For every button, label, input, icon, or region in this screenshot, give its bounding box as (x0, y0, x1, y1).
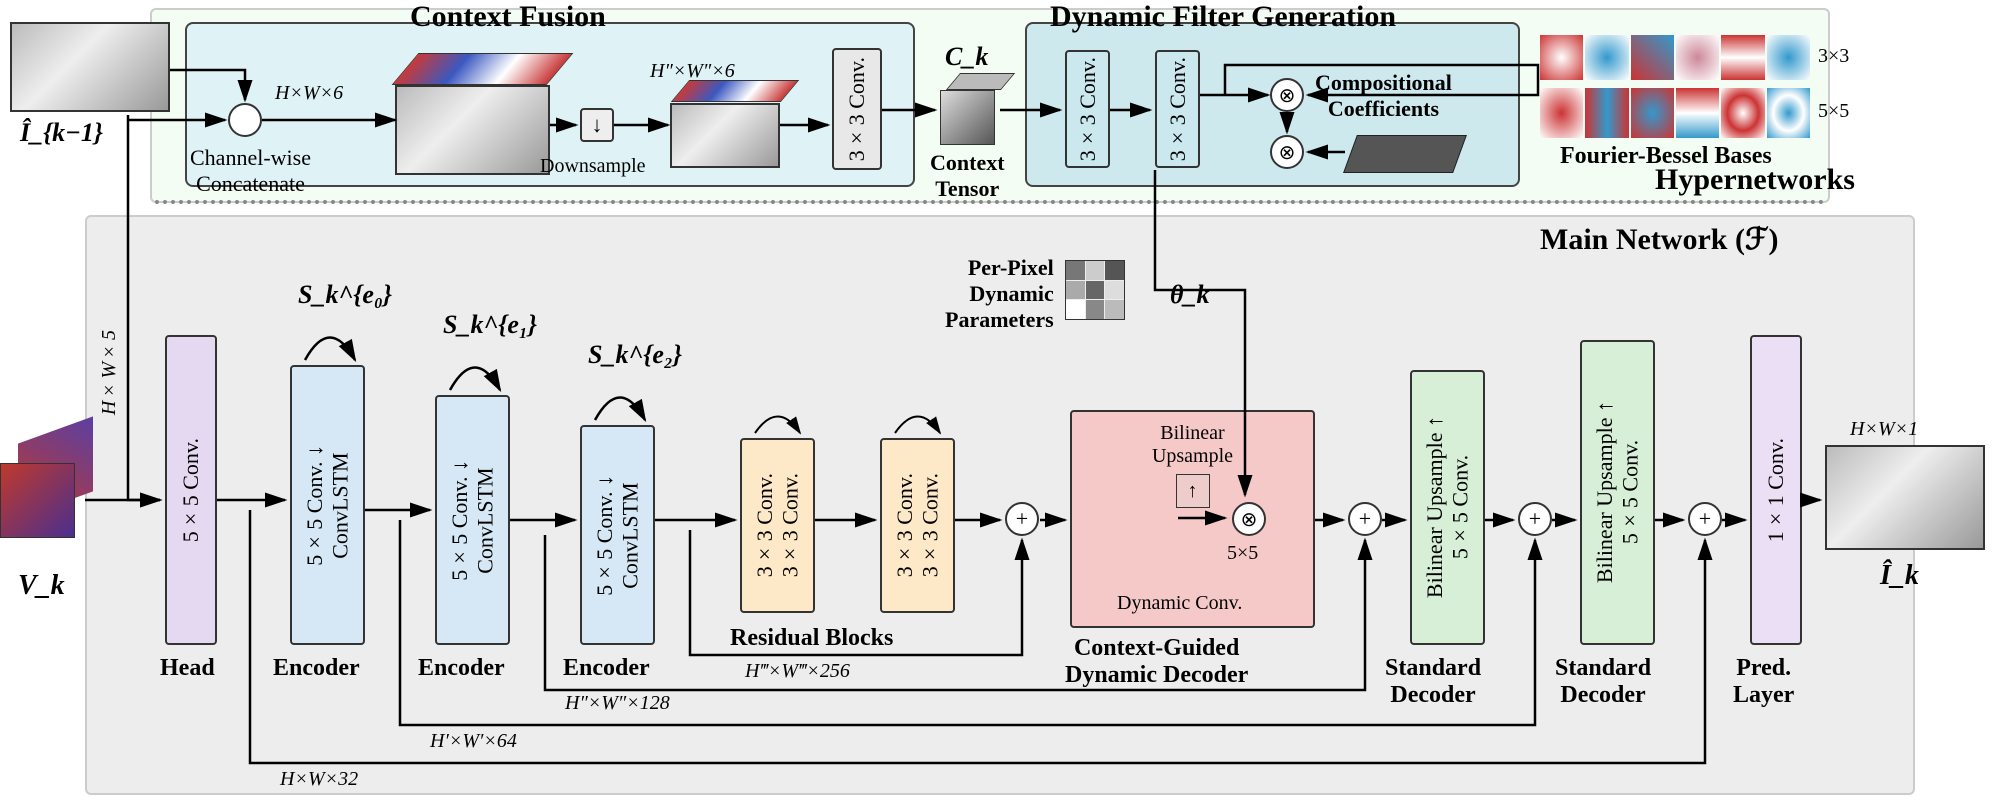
add-after-dec2: + (1688, 502, 1722, 536)
pred-text: 1×1 Conv. (1763, 438, 1788, 542)
context-tensor-lbl: Context Tensor (930, 150, 1005, 202)
encoder-3: 5×5 Conv. ↓ ConvLSTM (580, 425, 655, 645)
input-image-prev (10, 22, 170, 112)
skip256: H‴×W‴×256 (745, 660, 850, 683)
add-after-dec1: + (1518, 502, 1552, 536)
standard-decoder-2-text: Bilinear Upsample ↑ 5×5 Conv. (1592, 401, 1643, 583)
i-out-label: Î_k (1880, 560, 1919, 592)
s1-label: S_k^{e₁} (443, 310, 537, 340)
dyn-up-icon: ↑ (1176, 474, 1210, 508)
context-tensor-cube (940, 90, 995, 145)
encoder-1-text: 5×5 Conv. ↓ ConvLSTM (302, 445, 353, 566)
dfg-conv1-text: 3×3 Conv. (1075, 57, 1100, 161)
dyn-up-label: Bilinear Upsample (1152, 422, 1233, 468)
dfg-conv2-text: 3×3 Conv. (1165, 57, 1190, 161)
encoder-2-label: Encoder (418, 655, 505, 682)
encoder-1: 5×5 Conv. ↓ ConvLSTM (290, 365, 365, 645)
head-block: 5×5 Conv. (165, 335, 217, 645)
residual-1: 3×3 Conv. 3×3 Conv. (740, 438, 815, 613)
pred-label: Pred. Layer (1733, 655, 1794, 709)
cf-conv33: 3×3 Conv. (832, 48, 882, 170)
cf-conv33-text: 3×3 Conv. (844, 57, 869, 161)
encoder-1-label: Encoder (273, 655, 360, 682)
context-fusion-title: Context Fusion (410, 0, 606, 34)
standard-decoder-2: Bilinear Upsample ↑ 5×5 Conv. (1580, 340, 1655, 645)
dfg-conv1: 3×3 Conv. (1065, 50, 1110, 168)
dynamic-decoder: Bilinear Upsample ↑ ⊗ 5×5 Dynamic Conv. (1070, 410, 1315, 628)
dfg-conv2: 3×3 Conv. (1155, 50, 1200, 168)
dynamic-filter-generation-title: Dynamic Filter Generation (1050, 0, 1396, 34)
vk-voxel (0, 445, 110, 555)
residual-2: 3×3 Conv. 3×3 Conv. (880, 438, 955, 613)
cf-dim-in: H×W×6 (275, 82, 343, 105)
dyn-conv-label: Dynamic Conv. (1117, 592, 1242, 615)
bases-5x5 (1540, 88, 1810, 138)
downsample-icon: ↓ (580, 108, 614, 142)
standard-decoder-2-label: Standard Decoder (1555, 655, 1651, 709)
comp-coeff-tensor (1343, 135, 1467, 173)
add-after-residual: + (1005, 502, 1039, 536)
head-text: 5×5 Conv. (178, 438, 203, 542)
residual-label: Residual Blocks (730, 625, 893, 652)
encoder-2-text: 5×5 Conv. ↓ ConvLSTM (447, 460, 498, 581)
pred-layer: 1×1 Conv. (1750, 335, 1802, 645)
add-after-dyn: + (1348, 502, 1382, 536)
residual-2-text: 3×3 Conv. 3×3 Conv. (892, 473, 943, 577)
encoder-3-text: 5×5 Conv. ↓ ConvLSTM (592, 475, 643, 596)
dfg-mult-bottom: ⊗ (1270, 135, 1304, 169)
concat-label: Channel-wise Concatenate (190, 145, 311, 197)
standard-decoder-1: Bilinear Upsample ↑ 5×5 Conv. (1410, 370, 1485, 645)
dyn-conv-size: 5×5 (1227, 542, 1258, 565)
cf-tensor-top-small (671, 80, 799, 102)
context-tensor-sym: C_k (945, 42, 988, 72)
comp-coeff-label: Compositional Coefficients (1315, 70, 1452, 122)
standard-decoder-1-label: Standard Decoder (1385, 655, 1481, 709)
output-image (1825, 445, 1985, 550)
encoder-3-label: Encoder (563, 655, 650, 682)
s2-label: S_k^{e₂} (588, 340, 682, 370)
cf-tensor-top-big (392, 53, 574, 85)
dfg-mult-top: ⊗ (1270, 78, 1304, 112)
encoder-2: 5×5 Conv. ↓ ConvLSTM (435, 395, 510, 645)
cf-img-big (395, 85, 550, 175)
theta-label: θ_k (1170, 280, 1210, 310)
dyn-mult: ⊗ (1232, 502, 1266, 536)
standard-decoder-1-text: Bilinear Upsample ↑ 5×5 Conv. (1422, 416, 1473, 598)
skip32: H×W×32 (280, 768, 358, 791)
concat-op (228, 103, 262, 137)
skip64: H′×W′×64 (430, 730, 517, 753)
out-dim: H×W×1 (1850, 418, 1918, 441)
pp-params-label: Per-Pixel Dynamic Parameters (945, 255, 1054, 333)
s0-label: S_k^{e₀} (298, 280, 392, 310)
b5-label: 5×5 (1818, 100, 1849, 123)
pp-params-cube (1065, 260, 1125, 320)
main-network-title: Main Network (ℱ) (1540, 222, 1779, 257)
cf-img-small (670, 103, 780, 168)
residual-1-text: 3×3 Conv. 3×3 Conv. (752, 473, 803, 577)
i-prev-label: Î_{k−1} (20, 118, 103, 148)
vk-label: V_k (18, 570, 65, 602)
vk-input-dim: H×W×5 (98, 330, 121, 415)
head-label: Head (160, 655, 215, 682)
bases-label: Fourier-Bessel Bases (1560, 143, 1772, 170)
skip128: H″×W″×128 (565, 692, 670, 715)
bases-3x3 (1540, 35, 1810, 80)
downsample-label: Downsample (540, 155, 646, 178)
dynamic-decoder-label: Context-Guided Dynamic Decoder (1065, 635, 1248, 689)
b3-label: 3×3 (1818, 45, 1849, 68)
